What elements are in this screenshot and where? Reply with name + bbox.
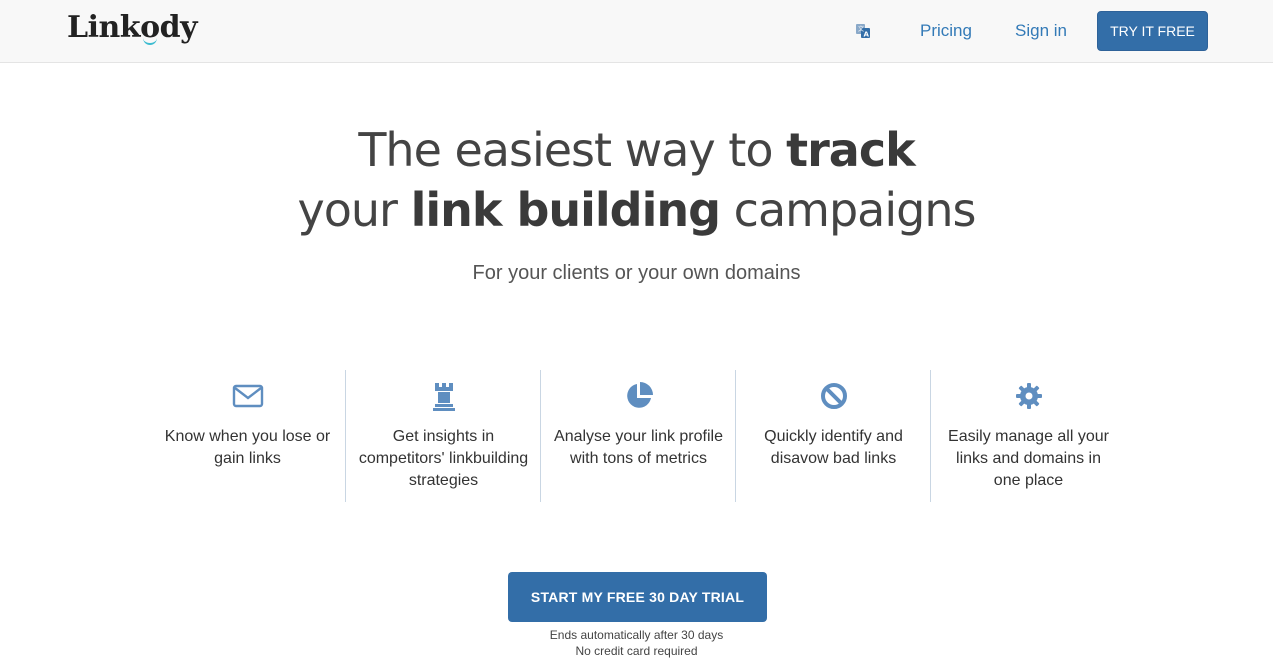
linkody-logo[interactable]: Linkody bbox=[67, 10, 198, 45]
envelope-icon bbox=[232, 384, 264, 408]
feature-text: Know when you lose or gain links bbox=[164, 428, 331, 467]
gear-icon bbox=[1016, 383, 1042, 409]
feature-analyse: Analyse your link profile with tons of m… bbox=[540, 370, 735, 502]
headline-line2-bold: link building bbox=[410, 183, 721, 237]
headline-line1-text: The easiest way to bbox=[358, 123, 787, 177]
features-row: Know when you lose or gain links Get ins… bbox=[150, 370, 1125, 502]
svg-text:A: A bbox=[864, 31, 870, 39]
headline-line2-end: campaigns bbox=[720, 183, 977, 237]
logo-text: Linkody bbox=[67, 10, 198, 45]
feature-competitors: Get insights in competitors' linkbuildin… bbox=[345, 370, 540, 502]
translate-icon[interactable]: 文 A bbox=[855, 23, 871, 39]
feature-manage: Easily manage all your links and domains… bbox=[930, 370, 1125, 502]
pie-chart-icon bbox=[627, 382, 653, 408]
feature-text: Easily manage all your links and domains… bbox=[948, 428, 1109, 489]
top-navbar: Linkody 文 A Pricing Sign in TRY IT FREE bbox=[0, 0, 1273, 63]
headline-line1-bold: track bbox=[786, 123, 916, 177]
ban-icon bbox=[821, 383, 847, 409]
feature-disavow: Quickly identify and disavow bad links bbox=[735, 370, 930, 502]
hero-subtitle: For your clients or your own domains bbox=[472, 262, 801, 284]
trial-note-no-card: No credit card required bbox=[575, 644, 698, 658]
chess-rook-icon bbox=[433, 383, 455, 411]
feature-lose-gain: Know when you lose or gain links bbox=[150, 370, 345, 502]
signin-link[interactable]: Sign in bbox=[1015, 21, 1067, 41]
pricing-link[interactable]: Pricing bbox=[920, 21, 972, 41]
try-it-free-button[interactable]: TRY IT FREE bbox=[1097, 11, 1208, 51]
feature-text: Get insights in competitors' linkbuildin… bbox=[358, 428, 529, 489]
start-free-trial-button[interactable]: START MY FREE 30 DAY TRIAL bbox=[508, 572, 767, 622]
feature-text: Analyse your link profile with tons of m… bbox=[554, 428, 723, 467]
hero-headline: The easiest way to track your link build… bbox=[0, 120, 1273, 240]
headline-line2-text: your bbox=[297, 183, 411, 237]
trial-note-ends: Ends automatically after 30 days bbox=[549, 628, 724, 642]
feature-text: Quickly identify and disavow bad links bbox=[764, 428, 903, 467]
